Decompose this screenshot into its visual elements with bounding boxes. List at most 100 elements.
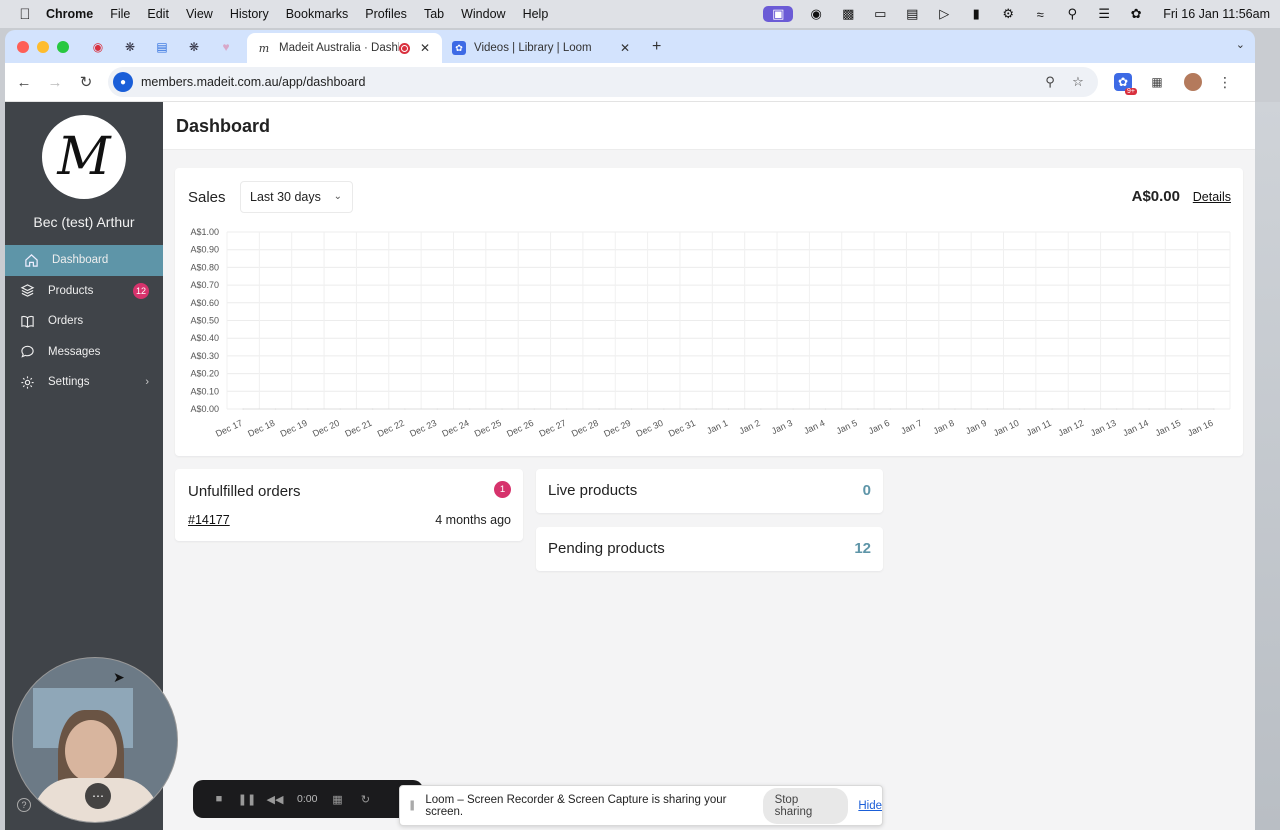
chart-x-tick-label: Dec 28 xyxy=(570,418,600,439)
settings-icon[interactable]: ⚙ xyxy=(999,6,1017,22)
camera-person-face xyxy=(65,720,117,782)
help-icon[interactable]: ? xyxy=(17,798,31,812)
sidebar-item-orders[interactable]: Orders xyxy=(5,306,163,337)
menu-file[interactable]: File xyxy=(110,7,130,21)
sales-data-point xyxy=(695,408,697,410)
menubar-clock[interactable]: Fri 16 Jan 11:56am xyxy=(1163,7,1270,21)
battery-icon[interactable]: ▮ xyxy=(967,6,985,22)
profile-avatar[interactable] xyxy=(1184,73,1202,91)
sidebar-item-settings[interactable]: Settings › xyxy=(5,367,163,398)
browser-toolbar: ← → ↻ ● members.madeit.com.au/app/dashbo… xyxy=(5,63,1255,102)
sidebar-item-products[interactable]: Products 12 xyxy=(5,276,163,307)
tab-strip: ◉ ❋ ▤ ❋ ♥ m Madeit Australia · Dashbo ✕ … xyxy=(5,30,1255,63)
back-arrow-icon[interactable]: ← xyxy=(14,72,34,92)
site-info-icon[interactable]: ● xyxy=(113,72,133,92)
pdf-icon[interactable]: ▤ xyxy=(903,6,921,22)
stop-recording-icon[interactable]: ■ xyxy=(211,791,227,807)
maximize-window-button[interactable] xyxy=(57,40,69,53)
menu-profiles[interactable]: Profiles xyxy=(365,7,407,21)
menu-app-name[interactable]: Chrome xyxy=(46,7,93,21)
home-icon xyxy=(23,252,39,268)
chart-x-tick-label: Dec 22 xyxy=(376,418,406,439)
minimize-window-button[interactable] xyxy=(37,40,49,53)
sidebar-item-messages[interactable]: Messages xyxy=(5,337,163,368)
menu-window[interactable]: Window xyxy=(461,7,505,21)
desktop-background xyxy=(1255,102,1280,830)
chart-x-tick-label: Dec 30 xyxy=(635,418,665,439)
camera-off-icon[interactable]: ▭ xyxy=(871,6,889,22)
unfulfilled-title: Unfulfilled orders xyxy=(188,483,301,500)
screen-sharing-bar: ❚ Loom – Screen Recorder & Screen Captur… xyxy=(399,785,883,826)
sales-details-link[interactable]: Details xyxy=(1193,190,1231,204)
pinned-tab-docs-icon[interactable]: ▤ xyxy=(155,40,169,54)
loom-camera-bubble[interactable]: ⋯ xyxy=(12,657,178,823)
more-options-icon[interactable]: ⋯ xyxy=(85,783,111,809)
url-text[interactable]: members.madeit.com.au/app/dashboard xyxy=(141,75,1042,89)
pending-products-card[interactable]: Pending products 12 xyxy=(536,527,883,571)
pinned-tab-openai-icon[interactable]: ❋ xyxy=(123,40,137,54)
sales-data-point xyxy=(889,408,892,410)
tab-madeit-dashboard[interactable]: m Madeit Australia · Dashbo ✕ xyxy=(247,33,442,63)
sales-data-point xyxy=(307,408,309,410)
recording-indicator-icon xyxy=(399,42,410,54)
live-products-card[interactable]: Live products 0 xyxy=(536,469,883,513)
pause-icon[interactable]: ❚❚ xyxy=(238,791,256,807)
siri-icon[interactable]: ✿ xyxy=(1127,6,1145,22)
stop-sharing-button[interactable]: Stop sharing xyxy=(762,787,849,824)
hide-sharing-bar-link[interactable]: Hide xyxy=(858,800,882,812)
main-content: Dashboard Sales Last 30 days ⌄ A$0.00 De… xyxy=(163,102,1255,830)
drag-handle-icon[interactable]: ❚ xyxy=(408,800,416,811)
sales-data-point xyxy=(598,408,600,410)
wifi-icon[interactable]: ≈ xyxy=(1031,6,1049,22)
menu-help[interactable]: Help xyxy=(523,7,549,21)
menu-tab[interactable]: Tab xyxy=(424,7,444,21)
spotlight-search-icon[interactable]: ⚲ xyxy=(1063,6,1081,22)
forward-arrow-icon[interactable]: → xyxy=(45,72,65,92)
pinned-tab-chatgpt-icon[interactable]: ❋ xyxy=(187,40,201,54)
products-count-badge: 12 xyxy=(133,282,149,299)
record-icon[interactable]: ◉ xyxy=(807,6,825,22)
zoom-icon[interactable]: ⚲ xyxy=(1042,74,1058,90)
date-range-select[interactable]: Last 30 days ⌄ xyxy=(240,181,353,213)
sales-data-point xyxy=(792,408,795,410)
screen-share-icon[interactable]: ▣ xyxy=(763,6,794,22)
chevron-down-icon: ⌄ xyxy=(333,191,342,202)
order-link[interactable]: #14177 xyxy=(188,513,230,527)
tab-loom-library[interactable]: ✿ Videos | Library | Loom ✕ xyxy=(442,33,642,63)
tab-title: Madeit Australia · Dashbo xyxy=(279,42,399,54)
loom-extension-icon[interactable]: ✿ 9+ xyxy=(1114,73,1137,95)
rewind-icon[interactable]: ◀◀ xyxy=(267,791,284,807)
chart-x-tick-label: Jan 4 xyxy=(802,418,826,436)
tab-search-chevron-icon[interactable]: ⌄ xyxy=(1236,38,1245,51)
close-tab-icon[interactable]: ✕ xyxy=(618,41,632,55)
apple-icon[interactable]:  xyxy=(14,6,36,23)
pinned-tab-heart-icon[interactable]: ♥ xyxy=(219,40,233,54)
unfulfilled-count-badge: 1 xyxy=(494,481,511,498)
play-icon[interactable]: ▷ xyxy=(935,6,953,22)
display-icon[interactable]: ▩ xyxy=(839,6,857,22)
close-window-button[interactable] xyxy=(17,40,29,53)
new-tab-icon[interactable]: + xyxy=(652,38,661,56)
window-controls xyxy=(17,40,69,53)
sales-title: Sales xyxy=(188,189,226,206)
control-center-icon[interactable]: ☰ xyxy=(1095,6,1113,22)
menu-bookmarks[interactable]: Bookmarks xyxy=(286,7,349,21)
chart-x-tick-label: Dec 18 xyxy=(246,418,276,439)
sales-data-point xyxy=(371,408,374,410)
menu-edit[interactable]: Edit xyxy=(147,7,169,21)
chrome-menu-icon[interactable]: ⋮ xyxy=(1218,74,1232,91)
close-tab-icon[interactable]: ✕ xyxy=(418,41,432,55)
chart-y-tick-label: A$0.80 xyxy=(190,262,219,272)
menu-history[interactable]: History xyxy=(230,7,269,21)
extensions-puzzle-icon[interactable]: ▦ xyxy=(1148,73,1166,91)
chart-x-tick-label: Jan 13 xyxy=(1089,418,1118,438)
sales-data-point xyxy=(1213,408,1215,410)
address-bar[interactable]: ● members.madeit.com.au/app/dashboard ⚲ … xyxy=(108,67,1098,97)
pinned-tab-record-icon[interactable]: ◉ xyxy=(91,40,105,54)
reload-icon[interactable]: ↻ xyxy=(76,72,96,92)
sidebar-item-dashboard[interactable]: Dashboard xyxy=(5,245,163,276)
restart-icon[interactable]: ↻ xyxy=(357,791,373,807)
bookmark-star-icon[interactable]: ☆ xyxy=(1070,74,1086,90)
menu-view[interactable]: View xyxy=(186,7,213,21)
drawing-grid-icon[interactable]: ▦ xyxy=(329,791,345,807)
